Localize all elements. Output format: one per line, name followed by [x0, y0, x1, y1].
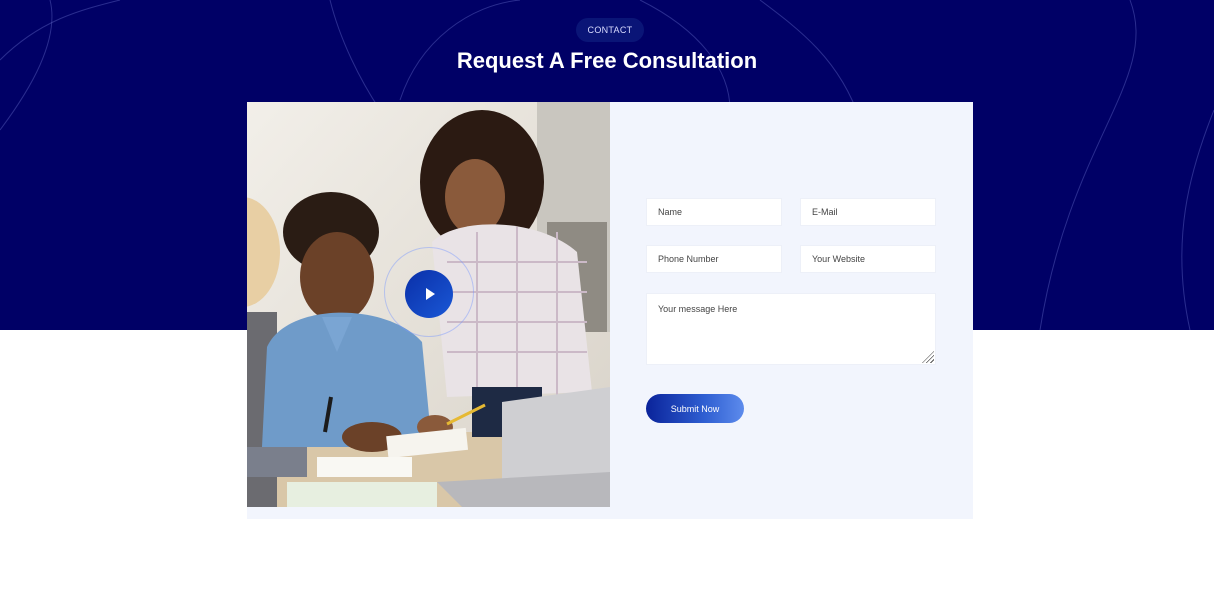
- section-title: Request A Free Consultation: [456, 48, 758, 73]
- team-photo: [247, 102, 610, 507]
- website-field[interactable]: Your Website: [800, 245, 936, 273]
- phone-placeholder: Phone Number: [658, 254, 719, 264]
- resize-handle-icon[interactable]: [922, 351, 934, 363]
- play-icon: [426, 288, 435, 300]
- phone-field[interactable]: Phone Number: [646, 245, 782, 273]
- consultation-card: Name E-Mail Phone Number Your Website Yo…: [247, 102, 973, 519]
- website-placeholder: Your Website: [812, 254, 866, 264]
- email-field[interactable]: E-Mail: [800, 198, 936, 226]
- message-field[interactable]: Your message Here: [646, 293, 936, 365]
- name-field[interactable]: Name: [646, 198, 782, 226]
- section-tag: CONTACT: [576, 18, 644, 42]
- submit-button[interactable]: Submit Now: [646, 394, 744, 423]
- message-placeholder: Your message Here: [658, 304, 738, 314]
- play-video-button[interactable]: [405, 270, 453, 318]
- email-placeholder: E-Mail: [812, 207, 838, 217]
- name-placeholder: Name: [658, 207, 683, 217]
